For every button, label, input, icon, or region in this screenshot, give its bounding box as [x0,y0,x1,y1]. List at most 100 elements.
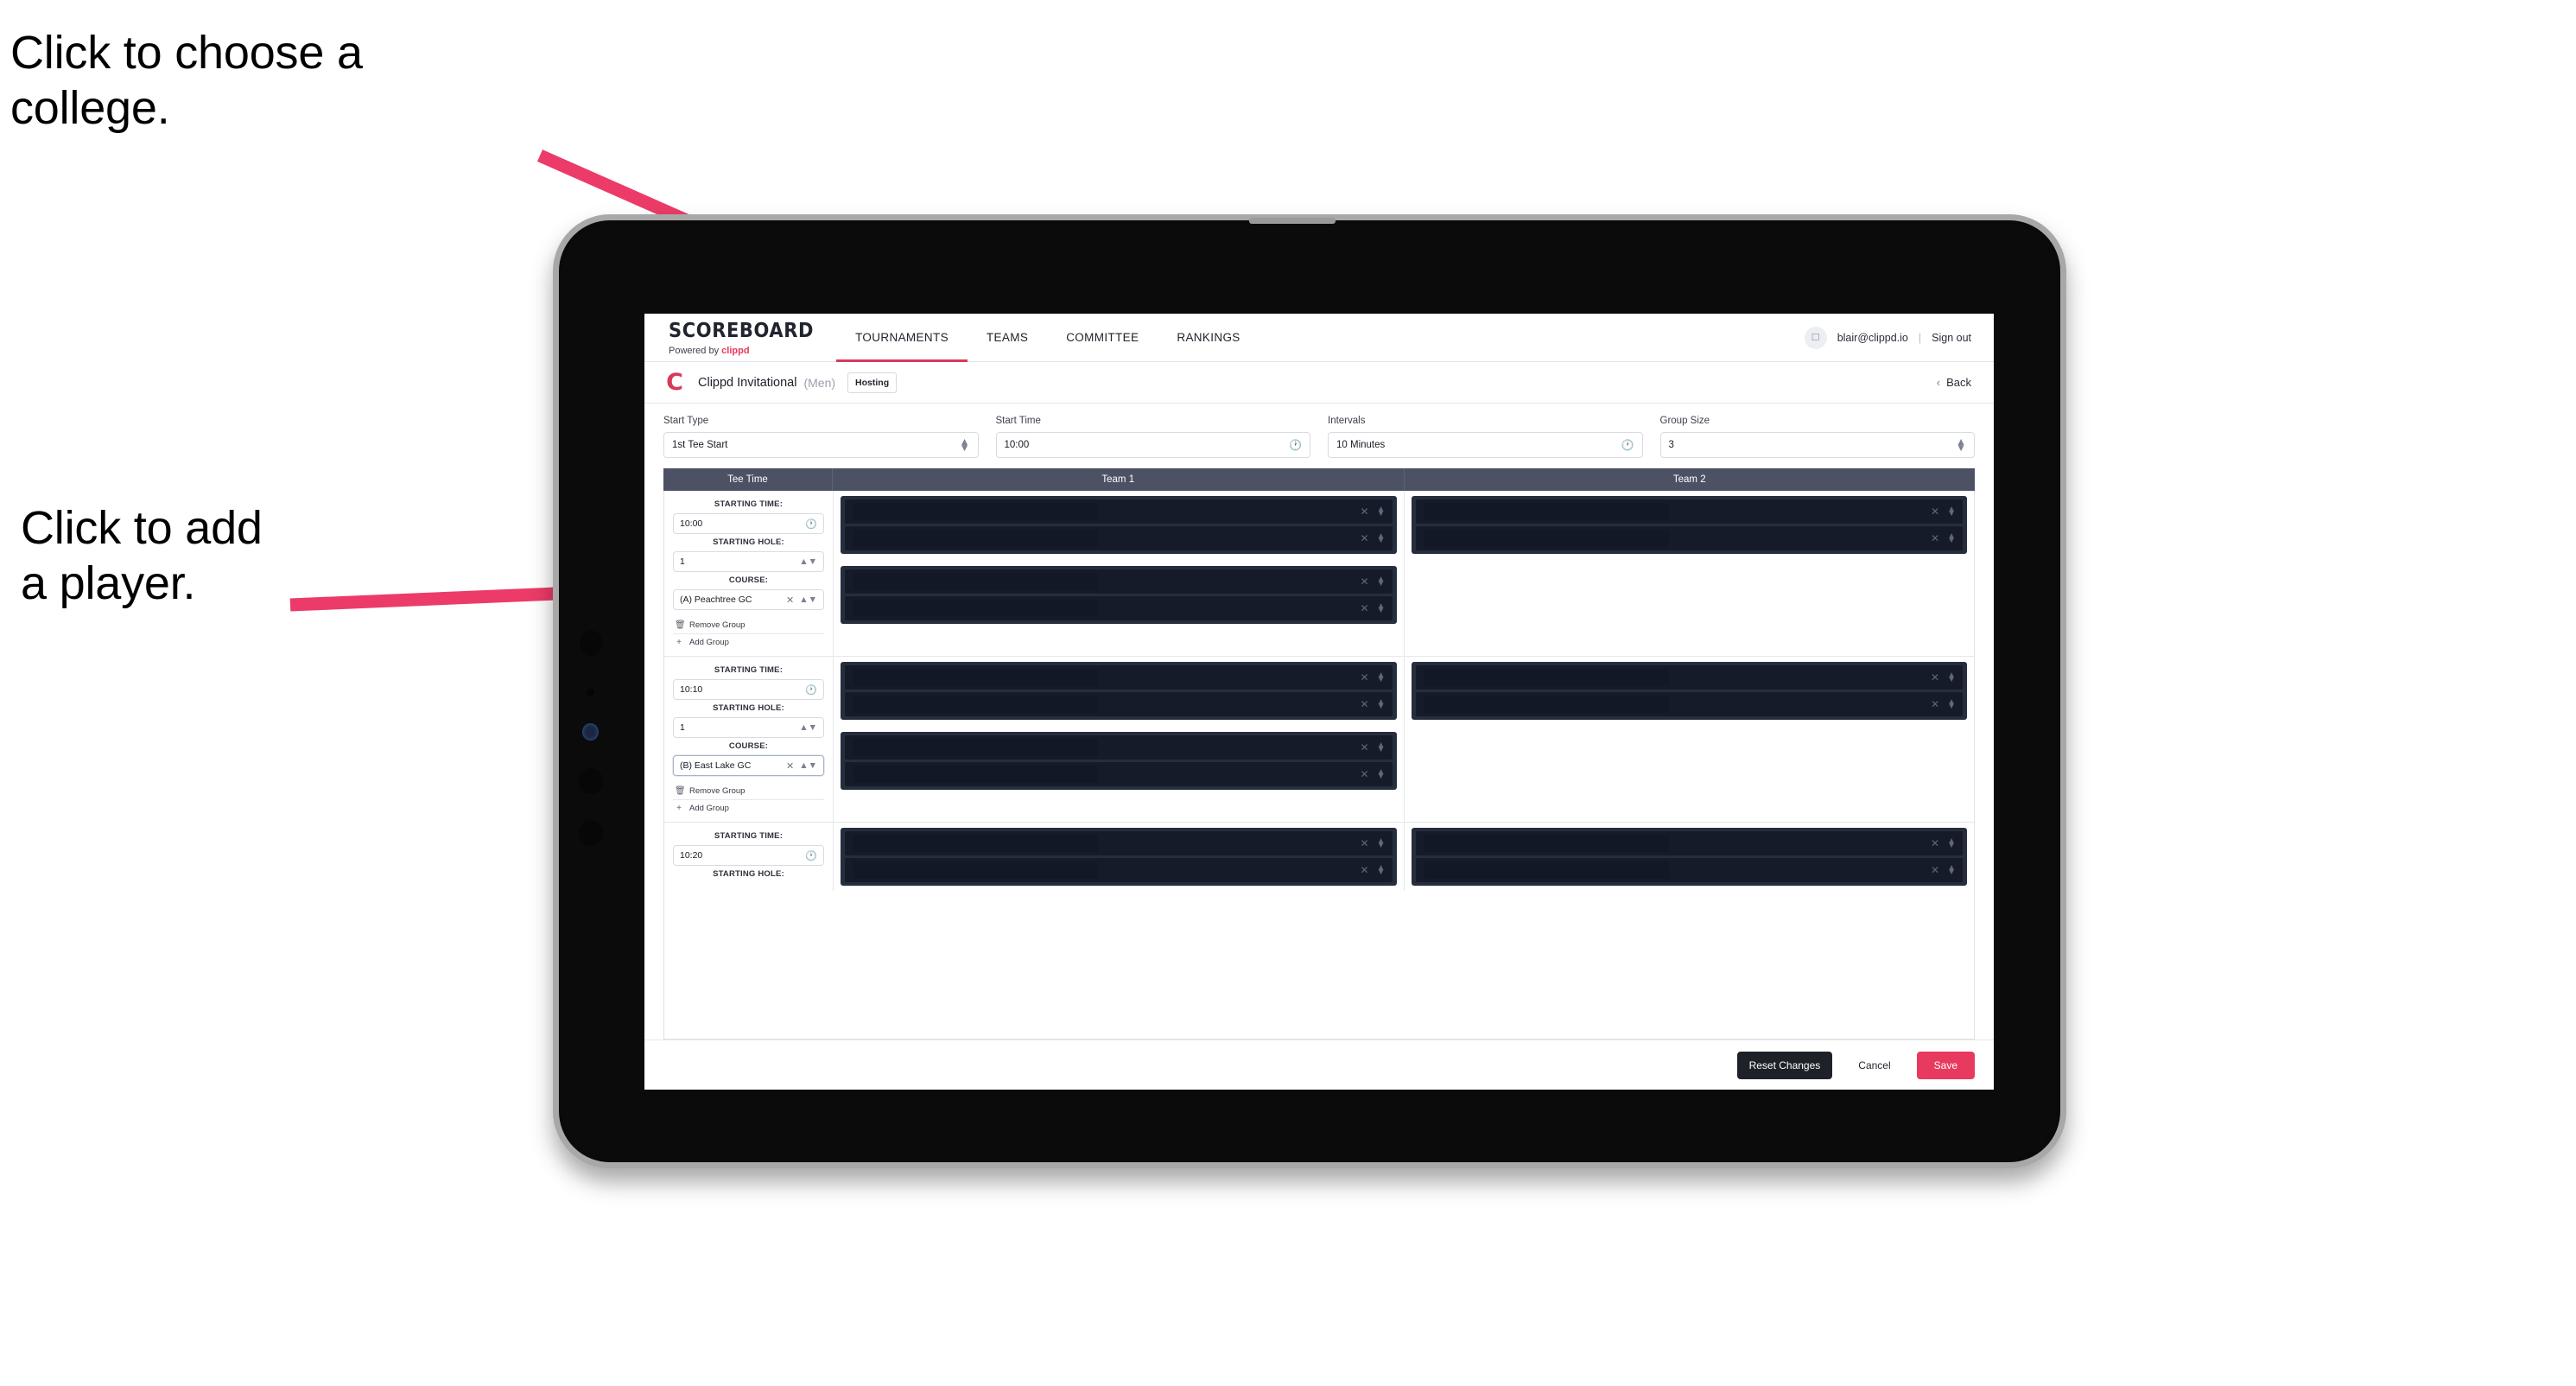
reset-changes-button[interactable]: Reset Changes [1736,1051,1833,1079]
clock-icon[interactable]: 🕐 [805,518,817,530]
team-1-cell: ✕ ▲ ▼ ✕ ▲ ▼ ✕ ▲ ▼ ✕ ▲ ▼ [834,657,1405,822]
stepper-icon[interactable]: ▲▼ [1947,697,1956,710]
stepper-icon[interactable]: ▲▼ [1377,601,1386,614]
stepper-icon[interactable]: ▲▼ [799,722,817,733]
close-x-icon[interactable]: ✕ [1361,864,1369,876]
nav-tab-teams[interactable]: TEAMS [968,314,1047,361]
player-row[interactable]: ✕ ▲ ▼ [845,831,1393,855]
close-x-icon[interactable]: ✕ [1931,532,1939,544]
close-x-icon[interactable]: ✕ [1361,741,1369,753]
scoreboard-logo[interactable]: SCOREBOARD Powered by clippd [644,314,836,361]
stepper-icon[interactable]: ▲▼ [1947,505,1956,518]
stepper-icon[interactable]: ▲▼ [960,437,970,453]
stepper-icon[interactable]: ▲▼ [1947,671,1956,683]
close-x-icon[interactable]: ✕ [1931,864,1939,876]
account-area: ☐ blair@clippd.io | Sign out [1804,314,1994,361]
close-x-icon[interactable]: ✕ [1361,532,1369,544]
close-x-icon[interactable]: ✕ [1361,671,1369,683]
stepper-icon[interactable]: ▲▼ [1377,741,1386,753]
stepper-icon[interactable]: ▲▼ [1377,671,1386,683]
player-row[interactable]: ✕ ▲ ▼ [845,735,1393,760]
player-row[interactable]: ✕ ▲ ▼ [1415,499,1963,524]
player-row[interactable]: ✕ ▲ ▼ [845,499,1393,524]
add-group-button[interactable]: + Add Group [673,634,824,651]
starting-hole-input[interactable]: 1 ▲▼ [673,551,824,572]
close-x-icon[interactable]: ✕ [1931,837,1939,849]
player-row[interactable]: ✕ ▲ ▼ [845,762,1393,786]
player-row[interactable]: ✕ ▲ ▼ [845,665,1393,690]
remove-group-label: Remove Group [689,620,746,630]
clock-icon[interactable]: 🕐 [1621,439,1634,451]
player-row[interactable]: ✕ ▲ ▼ [1415,692,1963,716]
stepper-icon[interactable]: ▲▼ [1377,531,1386,544]
stepper-icon[interactable]: ▲▼ [1947,836,1956,849]
stepper-icon[interactable]: ▲▼ [1377,836,1386,849]
back-button[interactable]: ‹ Back [1937,376,1971,389]
nav-tab-rankings[interactable]: RANKINGS [1158,314,1259,361]
player-name-redacted [853,503,1099,520]
close-x-icon[interactable]: ✕ [1361,505,1369,518]
stepper-icon[interactable]: ▲▼ [1377,697,1386,710]
nav-tab-committee[interactable]: COMMITTEE [1047,314,1158,361]
player-row[interactable]: ✕ ▲ ▼ [1415,858,1963,882]
player-name-redacted [853,669,1099,686]
starting-time-input[interactable]: 10:10 🕐 [673,679,824,700]
avatar[interactable]: ☐ [1804,326,1827,349]
clock-icon[interactable]: 🕐 [1289,439,1302,451]
account-email: blair@clippd.io [1837,331,1908,344]
remove-group-button[interactable]: 🗑 Remove Group [673,783,824,800]
nav-tab-tournaments[interactable]: TOURNAMENTS [836,314,968,362]
intervals-input[interactable]: 10 Minutes 🕐 [1328,432,1643,458]
close-x-icon[interactable]: ✕ [1931,698,1939,710]
starting-hole-input[interactable]: 1 ▲▼ [673,717,824,738]
brand-sub-prefix: Powered by [669,345,722,356]
player-row[interactable]: ✕ ▲ ▼ [845,569,1393,594]
stepper-icon[interactable]: ▲▼ [1377,767,1386,780]
stepper-icon[interactable]: ▲▼ [1947,863,1956,876]
stepper-icon[interactable]: ▲▼ [1377,863,1386,876]
stepper-icon[interactable]: ▲▼ [1956,437,1966,453]
player-row[interactable]: ✕ ▲ ▼ [1415,526,1963,550]
player-row[interactable]: ✕ ▲ ▼ [845,692,1393,716]
group-size-input[interactable]: 3 ▲ ▼ [1659,432,1975,458]
close-x-icon[interactable]: ✕ [1361,575,1369,588]
save-button[interactable]: Save [1916,1051,1975,1079]
player-group: ✕ ▲ ▼ ✕ ▲ ▼ [1411,662,1967,720]
stepper-icon[interactable]: ▲▼ [799,594,817,605]
add-group-button[interactable]: + Add Group [673,800,824,817]
starting-time-input[interactable]: 10:00 🕐 [673,513,824,534]
close-x-icon[interactable]: ✕ [1931,671,1939,683]
cancel-button[interactable]: Cancel [1846,1052,1902,1079]
close-x-icon[interactable]: ✕ [1361,837,1369,849]
player-name-redacted [853,861,1099,879]
stepper-icon[interactable]: ▲▼ [799,760,817,771]
stepper-icon[interactable]: ▲▼ [1377,575,1386,588]
control-group-size: Group Size 3 ▲ ▼ [1659,416,1975,458]
course-value: (A) Peachtree GC [680,594,752,605]
close-x-icon[interactable]: ✕ [1361,602,1369,614]
sign-out-link[interactable]: Sign out [1932,332,1971,344]
start-time-input[interactable]: 10:00 🕐 [995,432,1310,458]
stepper-icon[interactable]: ▲▼ [1947,531,1956,544]
start-type-select[interactable]: 1st Tee Start ▲ ▼ [663,432,979,458]
clock-icon[interactable]: 🕐 [805,850,817,861]
stepper-icon[interactable]: ▲▼ [799,556,817,567]
close-x-icon[interactable]: ✕ [786,760,794,772]
close-x-icon[interactable]: ✕ [1361,698,1369,710]
clock-icon[interactable]: 🕐 [805,684,817,696]
close-x-icon[interactable]: ✕ [1931,505,1939,518]
player-row[interactable]: ✕ ▲ ▼ [1415,831,1963,855]
player-row[interactable]: ✕ ▲ ▼ [845,596,1393,620]
stepper-icon[interactable]: ▲▼ [1377,505,1386,518]
player-group: ✕ ▲ ▼ ✕ ▲ ▼ [841,662,1397,720]
course-select[interactable]: (B) East Lake GC ✕ ▲▼ [673,755,824,776]
player-row[interactable]: ✕ ▲ ▼ [1415,665,1963,690]
player-row[interactable]: ✕ ▲ ▼ [845,858,1393,882]
back-button-label: Back [1946,376,1971,389]
course-select[interactable]: (A) Peachtree GC ✕ ▲▼ [673,589,824,610]
close-x-icon[interactable]: ✕ [1361,768,1369,780]
starting-time-input[interactable]: 10:20 🕐 [673,845,824,866]
player-row[interactable]: ✕ ▲ ▼ [845,526,1393,550]
remove-group-button[interactable]: 🗑 Remove Group [673,617,824,634]
close-x-icon[interactable]: ✕ [786,594,794,606]
